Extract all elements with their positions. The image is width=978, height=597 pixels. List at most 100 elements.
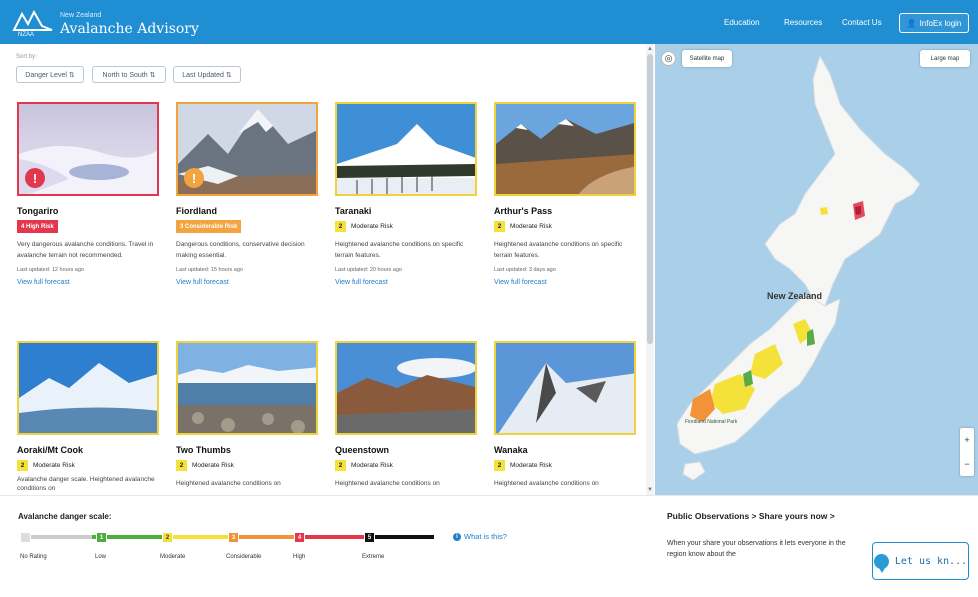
forecast-card-fiordland[interactable]: ! Fiordland 3 Considerable Risk Dangerou… [176,102,318,286]
level-no-rating-box [20,532,31,543]
forecast-card-wanaka[interactable]: Wanaka 2 Moderate Risk Heightened avalan… [494,341,636,489]
danger-scale-title: Avalanche danger scale: [18,512,112,521]
observations-title[interactable]: Public Observations > Share yours now > [667,510,857,522]
danger-scale-bar: 1 2 3 4 5 [20,532,434,543]
forecast-card-two-thumbs[interactable]: Two Thumbs 2 Moderate Risk Heightened av… [176,341,318,489]
forecast-card-aoraki[interactable]: Aoraki/Mt Cook 2 Moderate Risk Avalanche… [17,341,159,493]
risk-number: 2 [335,221,346,232]
card-description: Dangerous conditions, conservative decis… [176,241,305,259]
map-country-label: New Zealand [767,291,823,301]
map-park-label: Fiordland National Park [685,419,738,425]
card-description: Heightened avalanche conditions on [176,480,281,487]
card-title[interactable]: Fiordland [176,206,318,216]
card-updated: Last updated: 12 hours ago [17,267,84,273]
nz-map-graphic [676,54,921,481]
card-description: Heightened avalanche conditions on [335,480,440,487]
level-high-box: 4 [294,532,305,543]
login-label: InfoEx login [919,18,962,28]
card-updated: Last updated: 20 hours ago [335,267,402,273]
sort-last-updated-button[interactable]: Last Updated ⇅ [173,66,241,83]
sort-danger-level-button[interactable]: Danger Level ⇅ [16,66,84,83]
risk-badge: 3 Considerable Risk [176,220,242,233]
level-label-low: Low [95,554,107,560]
card-updated: Last updated: 3 days ago [494,267,556,273]
sort-by-label: Sort by: [16,54,37,60]
card-title[interactable]: Aoraki/Mt Cook [17,445,159,455]
card-title[interactable]: Queenstown [335,445,477,455]
risk-label: Moderate Risk [351,462,393,469]
risk-label: Moderate Risk [192,462,234,469]
card-title[interactable]: Two Thumbs [176,445,318,455]
view-forecast-link[interactable]: View full forecast [335,279,477,286]
observations-text: When your share your observations it let… [667,540,846,558]
forecast-card-arthurs-pass[interactable]: Arthur's Pass 2 Moderate Risk Heightened… [494,102,636,286]
level-label-moderate: Moderate [160,554,186,560]
region-photo[interactable] [494,341,636,435]
large-map-button[interactable]: Large map [920,50,970,67]
what-is-this-link[interactable]: i What is this? [453,532,507,541]
level-label-high: High [293,554,306,560]
risk-number: 2 [176,460,187,471]
region-photo[interactable] [494,102,636,196]
card-description: Heightened avalanche conditions on [494,480,599,487]
risk-number: 2 [17,460,28,471]
list-scrollbar[interactable]: ▲ ▼ [646,44,654,495]
nav-education[interactable]: Education [724,0,760,44]
let-us-know-button[interactable]: Let us kn... [872,542,969,580]
level-low-box: 1 [96,532,107,543]
region-photo[interactable]: ! [17,102,159,196]
region-photo[interactable] [335,341,477,435]
card-description: Heightened avalanche conditions on speci… [494,241,623,259]
region-photo[interactable] [335,102,477,196]
card-description: Very dangerous avalanche conditions. Tra… [17,241,154,259]
satellite-map-button[interactable]: Satellite map [682,50,732,67]
risk-label: Moderate Risk [510,223,552,230]
view-forecast-link[interactable]: View full forecast [17,279,159,286]
risk-badge: 4 High Risk [17,220,58,233]
risk-number: 2 [494,460,505,471]
nav-contact-us[interactable]: Contact Us [842,0,882,44]
level-moderate-box: 2 [162,532,173,543]
region-photo[interactable] [17,341,159,435]
svg-text:NZAA: NZAA [18,32,34,38]
risk-number: 2 [335,460,346,471]
risk-number: 2 [494,221,505,232]
user-icon: 👤 [906,18,917,28]
view-forecast-link[interactable]: View full forecast [176,279,318,286]
scroll-thumb[interactable] [647,54,653,344]
nav-resources[interactable]: Resources [784,0,822,44]
card-title[interactable]: Tongariro [17,206,159,216]
info-icon: i [453,532,461,541]
card-title[interactable]: Arthur's Pass [494,206,636,216]
infoex-login-button[interactable]: 👤 InfoEx login [899,13,969,33]
level-label-extreme: Extreme [362,554,385,560]
level-considerable-box: 3 [228,532,239,543]
footer-panel: Avalanche danger scale: 1 2 3 4 5 No Rat… [0,495,978,597]
region-map[interactable]: ◎ Satellite map Large map New Zealand Fi… [655,44,978,495]
level-label-considerable: Considerable [226,554,262,560]
card-description: Avalanche danger scale. Heightened avala… [17,476,155,492]
level-label-no-rating: No Rating [20,554,47,560]
scroll-up-icon[interactable]: ▲ [647,46,653,52]
sort-north-south-button[interactable]: North to South ⇅ [92,66,166,83]
risk-label: Moderate Risk [33,462,75,469]
forecast-card-tongariro[interactable]: ! Tongariro 4 High Risk Very dangerous a… [17,102,159,286]
card-title[interactable]: Wanaka [494,445,636,455]
region-photo[interactable]: ! [176,102,318,196]
nzaa-logo-icon[interactable]: NZAA [12,6,54,38]
high-danger-icon: ! [25,168,45,188]
region-photo[interactable] [176,341,318,435]
brand-title[interactable]: Avalanche Advisory [60,21,199,37]
view-forecast-link[interactable]: View full forecast [494,279,636,286]
locate-icon[interactable]: ◎ [661,51,676,66]
considerable-danger-icon: ! [184,168,204,188]
zoom-in-button[interactable]: + [964,435,969,445]
forecast-card-queenstown[interactable]: Queenstown 2 Moderate Risk Heightened av… [335,341,477,489]
zoom-out-button[interactable]: − [964,459,969,469]
forecast-card-taranaki[interactable]: Taranaki 2 Moderate Risk Heightened aval… [335,102,477,286]
map-zoom-control[interactable]: + − [960,428,974,476]
forecast-list: Sort by: Danger Level ⇅ North to South ⇅… [0,44,646,495]
card-title[interactable]: Taranaki [335,206,477,216]
scroll-down-icon[interactable]: ▼ [647,487,653,493]
level-extreme-box: 5 [364,532,375,543]
